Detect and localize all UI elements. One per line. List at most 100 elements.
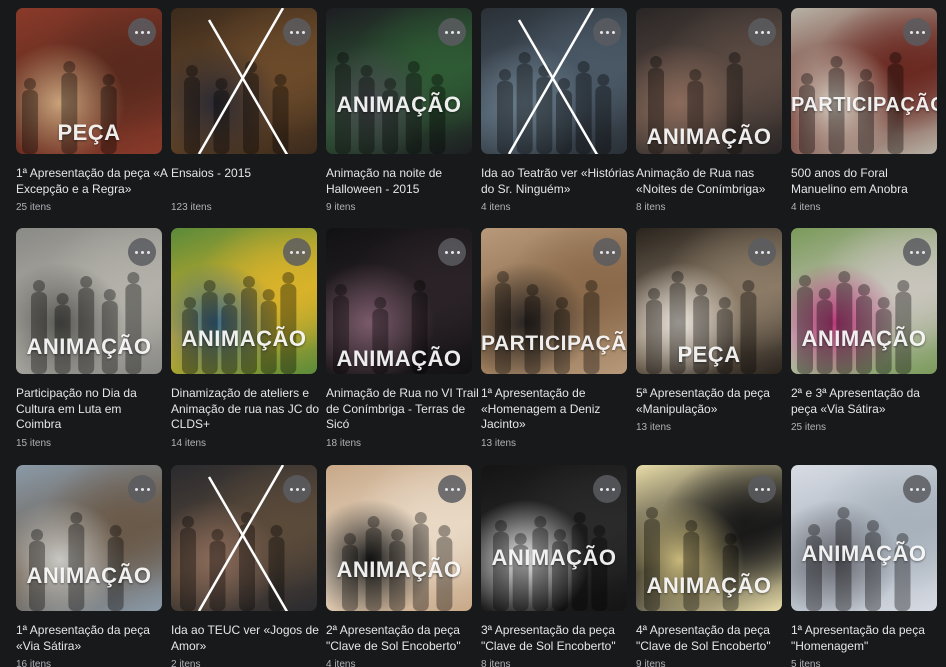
album-thumbnail[interactable]: ANIMAÇÃO bbox=[16, 465, 162, 611]
album-title[interactable]: 4ª Apresentação da peça "Clave de Sol En… bbox=[636, 623, 790, 654]
dot bbox=[766, 250, 770, 254]
dot bbox=[140, 487, 144, 491]
dot bbox=[301, 487, 305, 491]
album-title[interactable]: Ensaios - 2015 bbox=[171, 166, 325, 182]
more-options-icon[interactable] bbox=[283, 18, 311, 46]
more-options-icon[interactable] bbox=[438, 475, 466, 503]
album-title[interactable]: 1ª Apresentação da peça «A Excepção e a … bbox=[16, 166, 170, 197]
album-thumbnail[interactable]: ANIMAÇÃO bbox=[326, 465, 472, 611]
more-options-icon[interactable] bbox=[438, 18, 466, 46]
dot bbox=[456, 250, 460, 254]
album-thumbnail[interactable]: ANIMAÇÃO bbox=[481, 465, 627, 611]
dot bbox=[456, 30, 460, 34]
more-options-icon[interactable] bbox=[593, 238, 621, 266]
dot bbox=[456, 487, 460, 491]
album-overlay-label: ANIMAÇÃO bbox=[26, 563, 152, 588]
album-title[interactable]: 5ª Apresentação da peça «Manipulação» bbox=[636, 386, 790, 417]
dot bbox=[599, 250, 603, 254]
album-item-count: 25 itens bbox=[791, 422, 827, 433]
more-options-icon[interactable] bbox=[593, 475, 621, 503]
album-title[interactable]: Participação no Dia da Cultura em Luta e… bbox=[16, 386, 170, 433]
album-overlay-label: ANIMAÇÃO bbox=[646, 573, 772, 598]
dot bbox=[921, 30, 925, 34]
album-thumbnail[interactable]: ANIMAÇÃO bbox=[636, 465, 782, 611]
dot bbox=[754, 250, 758, 254]
album-title[interactable]: 500 anos do Foral Manuelino em Anobra bbox=[791, 166, 945, 197]
more-options-icon[interactable] bbox=[748, 475, 776, 503]
more-options-icon[interactable] bbox=[438, 238, 466, 266]
album-title[interactable]: Animação de Rua nas «Noites de Conímbrig… bbox=[636, 166, 790, 197]
album-thumbnail[interactable]: PEÇA bbox=[636, 228, 782, 374]
album-title[interactable]: Ida ao TEUC ver «Jogos de Amor» bbox=[171, 623, 325, 654]
dot bbox=[605, 487, 609, 491]
more-options-icon[interactable] bbox=[748, 238, 776, 266]
album-item-count: 13 itens bbox=[636, 422, 672, 433]
album-title[interactable]: 1ª Apresentação de «Homenagem a Deniz Ja… bbox=[481, 386, 635, 433]
album-item-count: 16 itens bbox=[16, 659, 52, 667]
album-item-count: 8 itens bbox=[481, 659, 511, 667]
dot bbox=[611, 30, 615, 34]
album-thumbnail[interactable] bbox=[171, 465, 317, 611]
album-title[interactable]: Ida ao Teatrão ver «Histórias do Sr. Nin… bbox=[481, 166, 635, 197]
more-options-icon[interactable] bbox=[128, 238, 156, 266]
album-thumbnail[interactable]: PARTICIPAÇÃO bbox=[481, 228, 627, 374]
album-title[interactable]: 2ª e 3ª Apresentação da peça «Via Sátira… bbox=[791, 386, 945, 417]
album-item-count: 13 itens bbox=[481, 438, 517, 449]
dot bbox=[766, 30, 770, 34]
album-overlay-label: ANIMAÇÃO bbox=[801, 326, 927, 351]
album-thumbnail[interactable]: PARTICIPAÇÃO bbox=[791, 8, 937, 154]
more-options-icon[interactable] bbox=[128, 475, 156, 503]
dot bbox=[754, 487, 758, 491]
album-thumbnail[interactable] bbox=[171, 8, 317, 154]
more-options-icon[interactable] bbox=[128, 18, 156, 46]
more-options-icon[interactable] bbox=[748, 18, 776, 46]
dot bbox=[146, 487, 150, 491]
dot bbox=[921, 487, 925, 491]
dot bbox=[295, 30, 299, 34]
more-options-icon[interactable] bbox=[283, 475, 311, 503]
album-thumbnail[interactable]: ANIMAÇÃO bbox=[791, 465, 937, 611]
album-title[interactable]: Dinamização de ateliers e Animação de ru… bbox=[171, 386, 325, 433]
album-title[interactable]: 2ª Apresentação da peça "Clave de Sol En… bbox=[326, 623, 480, 654]
album-overlay-label: PARTICIPAÇÃO bbox=[481, 332, 627, 355]
album-overlay-label: PEÇA bbox=[57, 120, 121, 145]
dot bbox=[605, 250, 609, 254]
dot bbox=[599, 487, 603, 491]
album-thumbnail[interactable]: PEÇA bbox=[16, 8, 162, 154]
album-thumbnail[interactable]: ANIMAÇÃO bbox=[171, 228, 317, 374]
dot bbox=[450, 30, 454, 34]
dot bbox=[140, 30, 144, 34]
dot bbox=[760, 250, 764, 254]
dot bbox=[611, 250, 615, 254]
album-title[interactable]: 1ª Apresentação da peça "Homenagem" bbox=[791, 623, 945, 654]
album-thumbnail[interactable]: ANIMAÇÃO bbox=[636, 8, 782, 154]
dot bbox=[915, 30, 919, 34]
album-thumbnail[interactable]: ANIMAÇÃO bbox=[16, 228, 162, 374]
dot bbox=[450, 250, 454, 254]
dot bbox=[760, 30, 764, 34]
album-title[interactable]: Animação na noite de Halloween - 2015 bbox=[326, 166, 480, 197]
album-overlay-label: ANIMAÇÃO bbox=[26, 334, 152, 359]
album-title[interactable]: Animação de Rua no VI Trail de Conímbrig… bbox=[326, 386, 480, 433]
album-thumbnail[interactable]: ANIMAÇÃO bbox=[791, 228, 937, 374]
dot bbox=[289, 250, 293, 254]
album-overlay-label: ANIMAÇÃO bbox=[801, 541, 927, 566]
dot bbox=[599, 30, 603, 34]
album-item-count: 4 itens bbox=[481, 202, 511, 213]
dot bbox=[295, 487, 299, 491]
album-title[interactable]: 3ª Apresentação da peça "Clave de Sol En… bbox=[481, 623, 635, 654]
album-overlay-label: ANIMAÇÃO bbox=[181, 326, 307, 351]
dot bbox=[760, 487, 764, 491]
dot bbox=[444, 30, 448, 34]
dot bbox=[909, 487, 913, 491]
more-options-icon[interactable] bbox=[903, 475, 931, 503]
more-options-icon[interactable] bbox=[903, 18, 931, 46]
more-options-icon[interactable] bbox=[903, 238, 931, 266]
album-thumbnail[interactable]: ANIMAÇÃO bbox=[326, 228, 472, 374]
album-thumbnail[interactable] bbox=[481, 8, 627, 154]
album-title[interactable]: 1ª Apresentação da peça «Via Sátira» bbox=[16, 623, 170, 654]
dot bbox=[915, 487, 919, 491]
album-thumbnail[interactable]: ANIMAÇÃO bbox=[326, 8, 472, 154]
more-options-icon[interactable] bbox=[593, 18, 621, 46]
more-options-icon[interactable] bbox=[283, 238, 311, 266]
